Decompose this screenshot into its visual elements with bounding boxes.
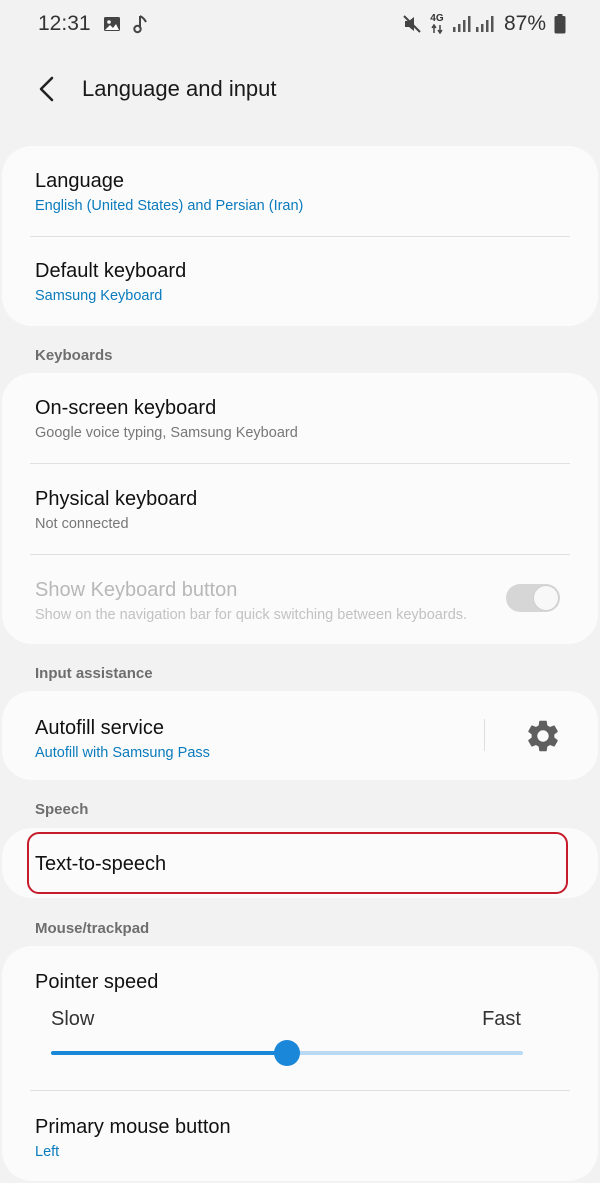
show-keyboard-button-title: Show Keyboard button: [35, 579, 238, 601]
primary-mouse-button-item[interactable]: Primary mouse button Left: [35, 1114, 568, 1162]
language-item[interactable]: Language English (United States) and Per…: [35, 168, 568, 216]
keyboards-card: On-screen keyboard Google voice typing, …: [2, 373, 598, 644]
status-time: 12:31: [38, 12, 91, 35]
default-keyboard-subtitle: Samsung Keyboard: [35, 288, 163, 304]
divider: [30, 463, 570, 464]
language-title: Language: [35, 170, 124, 192]
slider-track-rest: [287, 1051, 523, 1055]
back-button[interactable]: [30, 72, 64, 106]
primary-mouse-button-title: Primary mouse button: [35, 1116, 231, 1138]
show-keyboard-button-subtitle: Show on the navigation bar for quick swi…: [35, 607, 468, 623]
status-bar: 12:31 4G 87%: [0, 0, 600, 50]
input-assistance-header: Input assistance: [35, 665, 153, 682]
image-icon: [103, 15, 121, 33]
autofill-service-title: Autofill service: [35, 717, 164, 739]
physical-keyboard-subtitle: Not connected: [35, 516, 129, 532]
slider-min-label: Slow: [51, 1008, 95, 1030]
toggle-knob: [533, 585, 559, 611]
general-card: Language English (United States) and Per…: [2, 146, 598, 326]
keyboards-header: Keyboards: [35, 347, 113, 364]
slider-track-active: [51, 1051, 287, 1055]
on-screen-keyboard-subtitle: Google voice typing, Samsung Keyboard: [35, 425, 298, 441]
show-keyboard-button-item: Show Keyboard button Show on the navigat…: [35, 577, 488, 625]
app-bar: Language and input: [0, 62, 600, 116]
mouse-trackpad-header: Mouse/trackpad: [35, 920, 150, 937]
highlight-box: [27, 832, 568, 894]
slider-thumb[interactable]: [274, 1040, 300, 1066]
physical-keyboard-item[interactable]: Physical keyboard Not connected: [35, 486, 568, 534]
default-keyboard-item[interactable]: Default keyboard Samsung Keyboard: [35, 258, 568, 306]
mute-icon: [402, 14, 422, 34]
slider-max-label: Fast: [482, 1008, 521, 1030]
default-keyboard-title: Default keyboard: [35, 260, 187, 282]
pointer-speed-slider[interactable]: [51, 1040, 523, 1066]
divider: [30, 554, 570, 555]
show-keyboard-button-toggle: [506, 584, 560, 612]
on-screen-keyboard-title: On-screen keyboard: [35, 397, 217, 419]
autofill-settings-button[interactable]: [524, 717, 562, 755]
status-right: 4G 87%: [402, 12, 566, 36]
page-title: Language and input: [82, 76, 277, 101]
autofill-service-subtitle: Autofill with Samsung Pass: [35, 745, 210, 761]
pointer-speed-title: Pointer speed: [35, 971, 159, 993]
language-subtitle: English (United States) and Persian (Ira…: [35, 198, 304, 214]
input-assistance-card: Autofill service Autofill with Samsung P…: [2, 691, 598, 780]
vertical-divider: [484, 719, 485, 751]
data-arrows-icon: 4G: [430, 14, 444, 34]
divider: [30, 1090, 570, 1091]
chevron-left-icon: [39, 76, 54, 102]
battery-percent: 87%: [503, 12, 546, 35]
pointer-speed-item: Pointer speed: [35, 969, 568, 995]
mouse-card: Pointer speed Slow Fast Primary mouse bu…: [2, 946, 598, 1181]
primary-mouse-button-subtitle: Left: [35, 1144, 60, 1160]
gear-icon: [528, 720, 558, 752]
autofill-service-item[interactable]: Autofill service Autofill with Samsung P…: [35, 715, 468, 763]
on-screen-keyboard-item[interactable]: On-screen keyboard Google voice typing, …: [35, 395, 568, 443]
network-type: 4G: [430, 13, 444, 24]
signal-icon: [452, 15, 496, 33]
battery-icon: [554, 14, 566, 34]
music-note-icon: [132, 14, 149, 34]
divider: [30, 236, 570, 237]
speech-header: Speech: [35, 801, 89, 818]
physical-keyboard-title: Physical keyboard: [35, 488, 198, 510]
status-left: 12:31: [38, 12, 149, 36]
